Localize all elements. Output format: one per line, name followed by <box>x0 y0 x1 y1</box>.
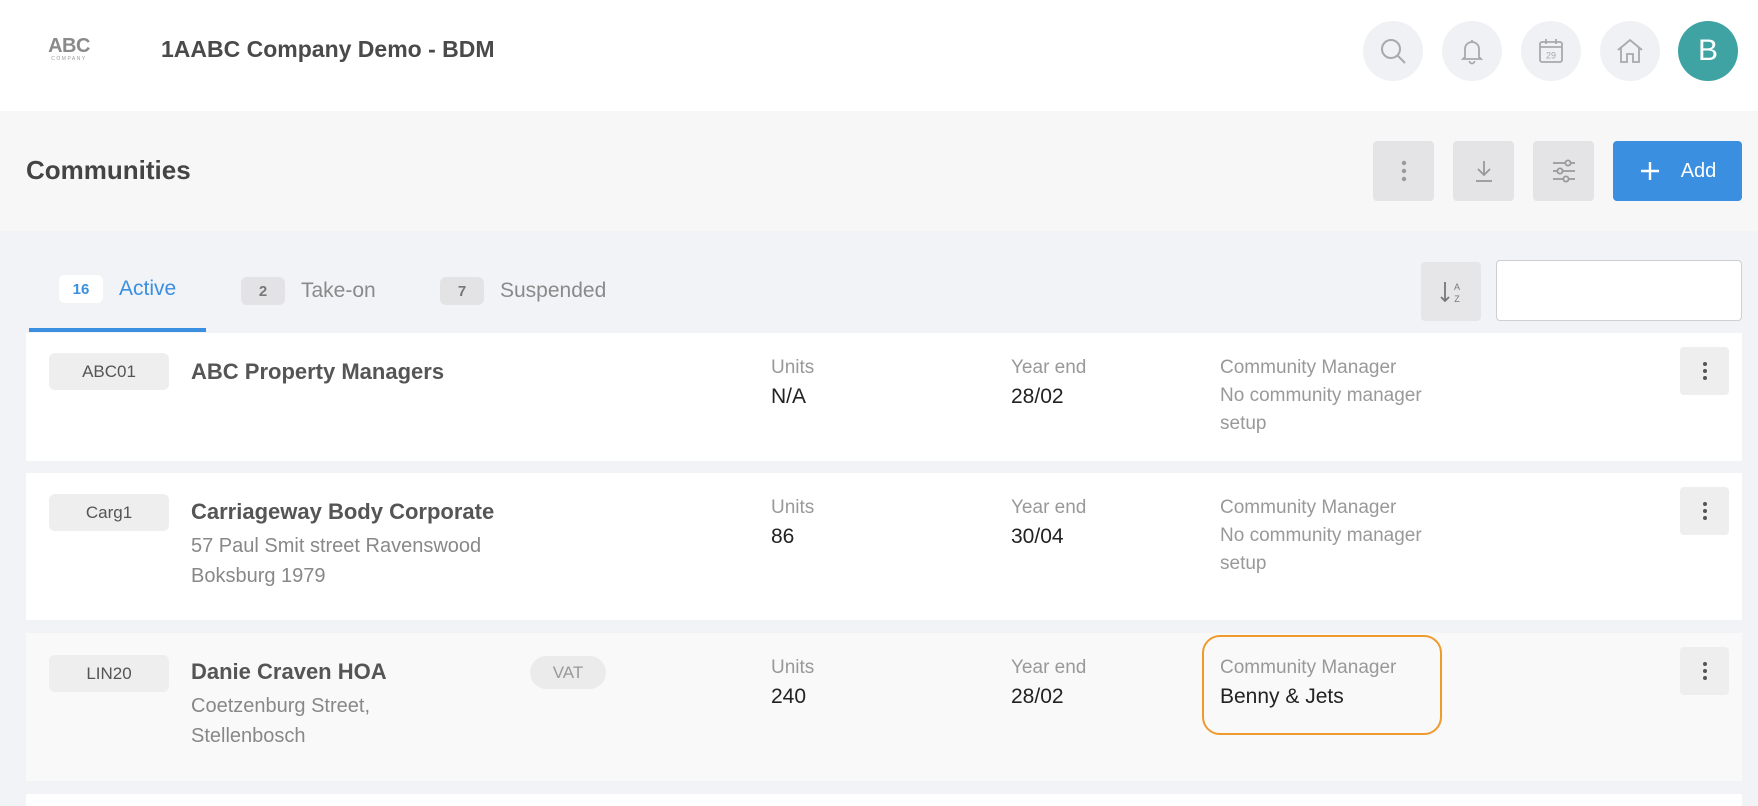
year-end-value: 28/02 <box>1011 685 1064 708</box>
tab-take-on[interactable]: 2 Take-on <box>241 262 376 332</box>
notifications-button[interactable] <box>1442 21 1502 81</box>
more-vertical-icon <box>1702 362 1707 380</box>
tab-count: 16 <box>59 275 103 303</box>
tab-label: Suspended <box>500 279 607 302</box>
units-label: Units <box>771 657 815 678</box>
more-options-button[interactable] <box>1373 141 1434 201</box>
community-code: ABC01 <box>49 353 169 390</box>
add-button-label: Add <box>1680 159 1717 182</box>
bell-icon <box>1460 40 1484 65</box>
community-card-partial[interactable] <box>26 794 1742 806</box>
year-end-value: 30/04 <box>1011 525 1064 548</box>
app-title: 1AABC Company Demo - BDM <box>161 36 495 62</box>
community-manager-label: Community Manager <box>1220 357 1397 378</box>
community-manager-label: Community Manager <box>1220 657 1397 678</box>
year-end-label: Year end <box>1011 657 1087 678</box>
tab-count: 2 <box>241 277 285 305</box>
community-card[interactable]: ABC01 ABC Property Managers Units N/A Ye… <box>26 333 1742 461</box>
community-name[interactable]: ABC Property Managers <box>191 359 444 385</box>
more-vertical-icon <box>1702 502 1707 520</box>
year-end-label: Year end <box>1011 357 1087 378</box>
tab-suspended[interactable]: 7 Suspended <box>440 262 606 332</box>
units-value: N/A <box>771 385 807 408</box>
year-end-value: 28/02 <box>1011 385 1064 408</box>
tab-label: Take-on <box>301 279 376 302</box>
community-name[interactable]: Carriageway Body Corporate <box>191 499 494 525</box>
page-header: Communities Add <box>0 111 1758 231</box>
address-line: Stellenbosch <box>191 725 306 747</box>
more-vertical-icon <box>1702 662 1707 680</box>
calendar-day: 29 <box>1546 51 1556 61</box>
sort-button[interactable]: A Z <box>1421 262 1481 321</box>
company-logo[interactable]: ABC COMPANY <box>44 36 94 66</box>
svg-text:Z: Z <box>1454 294 1460 304</box>
community-card[interactable]: Carg1 Carriageway Body Corporate 57 Paul… <box>26 473 1742 620</box>
address-line: Coetzenburg Street, <box>191 695 370 717</box>
search-button[interactable] <box>1363 21 1423 81</box>
download-icon <box>1475 161 1492 182</box>
community-address: Coetzenburg Street, Stellenbosch <box>191 691 531 751</box>
page-title: Communities <box>26 155 191 185</box>
community-manager-value: No community manager setup <box>1220 385 1422 434</box>
search-icon <box>1381 39 1406 64</box>
sort-az-icon: A Z <box>1440 281 1460 304</box>
sliders-icon <box>1552 159 1575 183</box>
units-value: 86 <box>771 525 795 548</box>
community-card[interactable]: LIN20 Danie Craven HOA Coetzenburg Stree… <box>26 633 1742 781</box>
tab-active[interactable]: 16 Active <box>29 262 207 332</box>
more-vertical-icon <box>1401 160 1406 182</box>
community-manager-value: No community manager setup <box>1220 525 1422 574</box>
top-bar: ABC COMPANY 1AABC Company Demo - BDM 29 … <box>0 0 1758 111</box>
row-menu-button[interactable] <box>1680 487 1729 535</box>
address-line: Boksburg 1979 <box>191 565 326 587</box>
community-code: Carg1 <box>49 494 169 531</box>
logo-subtext: COMPANY <box>51 56 87 62</box>
home-icon <box>1617 38 1643 63</box>
year-end-label: Year end <box>1011 497 1087 518</box>
units-label: Units <box>771 497 815 518</box>
calendar-button[interactable]: 29 <box>1521 21 1581 81</box>
svg-text:A: A <box>1454 282 1460 292</box>
user-avatar[interactable]: B <box>1678 21 1738 81</box>
community-name[interactable]: Danie Craven HOA <box>191 659 387 685</box>
address-line: 57 Paul Smit street Ravenswood <box>191 535 482 557</box>
units-label: Units <box>771 357 815 378</box>
tab-count: 7 <box>440 277 484 305</box>
row-menu-button[interactable] <box>1680 647 1729 695</box>
logo-text: ABC <box>48 35 90 57</box>
units-value: 240 <box>771 685 807 708</box>
community-code: LIN20 <box>49 655 169 692</box>
row-menu-button[interactable] <box>1680 347 1729 395</box>
calendar-icon: 29 <box>1539 39 1563 63</box>
community-manager-value[interactable]: Benny & Jets <box>1220 685 1344 709</box>
filter-settings-button[interactable] <box>1533 141 1594 201</box>
tab-label: Active <box>119 277 177 300</box>
community-address: 57 Paul Smit street Ravenswood Boksburg … <box>191 531 531 591</box>
vat-badge: VAT <box>530 656 606 689</box>
add-button[interactable]: Add <box>1613 141 1742 201</box>
status-tabs: 16 Active 2 Take-on 7 Suspended <box>29 262 729 332</box>
download-button[interactable] <box>1453 141 1514 201</box>
community-manager-label: Community Manager <box>1220 497 1397 518</box>
search-input[interactable] <box>1496 260 1742 321</box>
plus-icon <box>1640 162 1659 180</box>
home-button[interactable] <box>1600 21 1660 81</box>
